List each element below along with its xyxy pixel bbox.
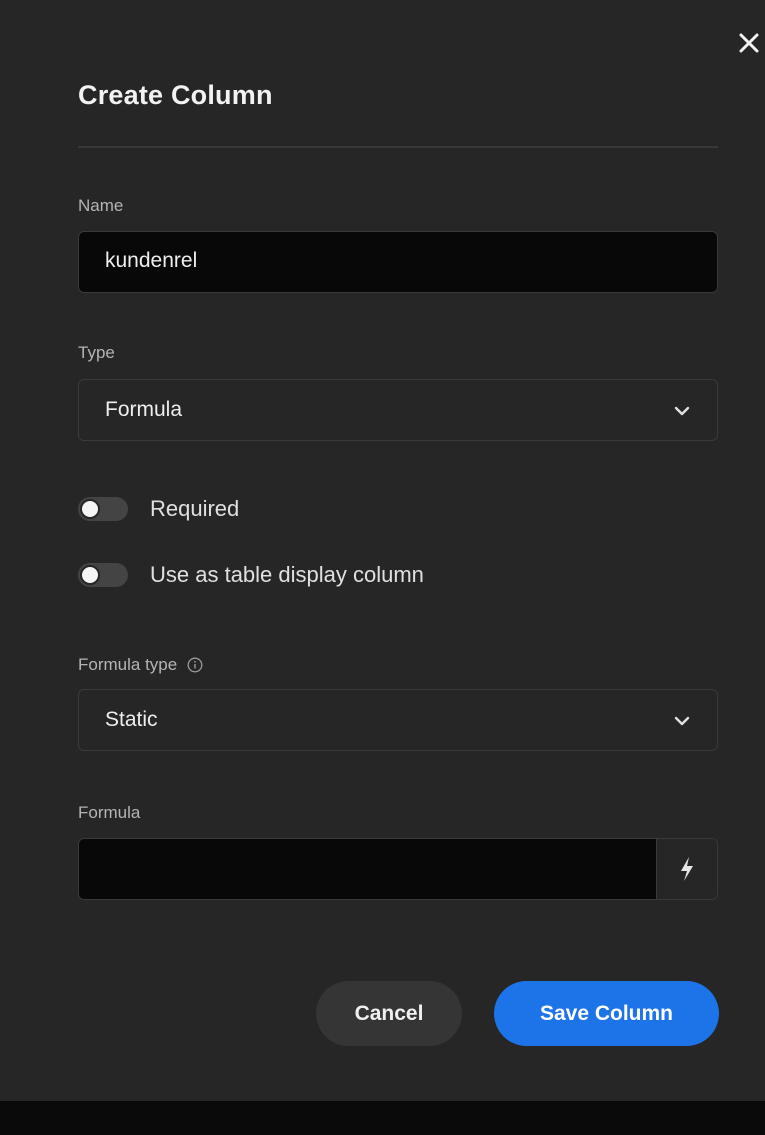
formula-type-label: Formula type bbox=[78, 655, 203, 675]
formula-helper-button[interactable] bbox=[656, 839, 717, 899]
name-input[interactable]: kundenrel bbox=[78, 231, 718, 293]
chevron-down-icon bbox=[674, 716, 690, 726]
formula-type-label-text: Formula type bbox=[78, 655, 178, 674]
name-label-text: Name bbox=[78, 196, 124, 215]
required-label: Required bbox=[150, 496, 240, 521]
type-select[interactable]: Formula bbox=[78, 379, 718, 441]
formula-input[interactable] bbox=[78, 838, 718, 900]
toggle-knob bbox=[80, 565, 100, 585]
panel-title: Create Column bbox=[78, 80, 273, 110]
formula-type-select-value: Static bbox=[105, 708, 158, 731]
display-column-toggle-row[interactable]: Use as table display column bbox=[78, 562, 424, 588]
formula-type-select[interactable]: Static bbox=[78, 689, 718, 751]
title-divider bbox=[78, 146, 718, 148]
formula-label-text: Formula bbox=[78, 803, 141, 822]
required-toggle-row[interactable]: Required bbox=[78, 496, 239, 522]
type-select-value: Formula bbox=[105, 398, 183, 421]
type-label: Type bbox=[78, 343, 115, 363]
info-icon[interactable] bbox=[187, 657, 203, 673]
chevron-down-icon bbox=[674, 406, 690, 416]
cancel-button[interactable]: Cancel bbox=[316, 981, 462, 1046]
lightning-icon bbox=[681, 857, 693, 881]
type-label-text: Type bbox=[78, 343, 115, 362]
name-input-value: kundenrel bbox=[105, 249, 198, 272]
formula-label: Formula bbox=[78, 803, 140, 823]
toggle-knob bbox=[80, 499, 100, 519]
name-label: Name bbox=[78, 196, 123, 216]
required-toggle[interactable] bbox=[78, 497, 128, 521]
display-column-label: Use as table display column bbox=[150, 562, 424, 587]
display-column-toggle[interactable] bbox=[78, 563, 128, 587]
close-icon bbox=[739, 33, 759, 53]
save-column-button[interactable]: Save Column bbox=[494, 981, 719, 1046]
create-column-panel: Create Column Name kundenrel Type Formul… bbox=[0, 0, 765, 1101]
close-button[interactable] bbox=[734, 28, 764, 58]
